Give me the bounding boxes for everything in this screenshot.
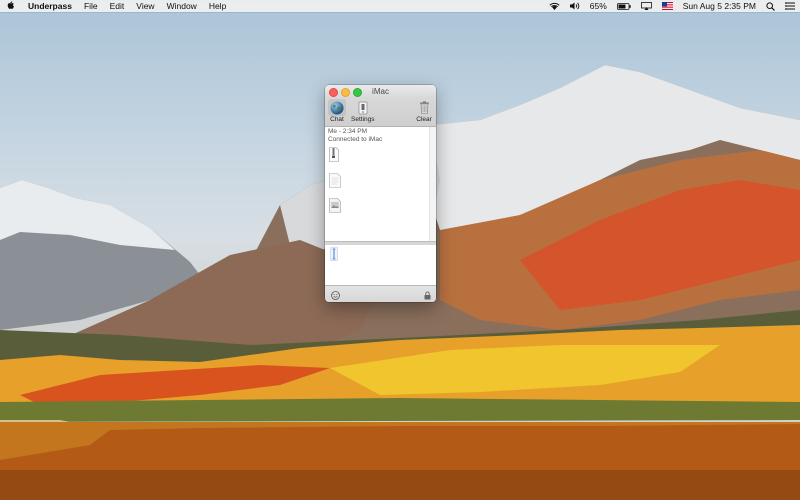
clear-label: Clear [416,116,432,123]
clock-datetime[interactable]: Sun Aug 5 2:35 PM [678,0,761,12]
message-sender-time: Me - 2:34 PM [328,128,368,135]
battery-icon[interactable] [612,2,636,10]
menu-view[interactable]: View [130,0,160,12]
device-settings-icon [354,99,372,116]
clear-button[interactable]: Clear [415,99,433,123]
volume-icon[interactable] [565,2,585,10]
archive-file-icon[interactable] [329,147,339,165]
globe-icon [328,99,346,116]
settings-label: Settings [351,116,375,123]
message-input[interactable] [325,245,436,285]
battery-percent: 65% [589,1,607,11]
chat-label: Chat [330,116,344,123]
chat-area: Me - 2:34 PM Connected to iMac [325,127,436,302]
menu-edit[interactable]: Edit [104,0,131,12]
title-bar[interactable]: iMac [325,85,436,98]
status-area: 65% Sun Aug 5 2:35 PM [544,0,800,12]
chat-transcript[interactable]: Me - 2:34 PM Connected to iMac [325,127,436,241]
apple-icon[interactable] [0,0,22,12]
lock-icon[interactable] [424,289,431,302]
image-file-icon[interactable] [329,198,341,216]
toolbar: Chat Settings Clear [325,98,436,127]
document-file-icon[interactable] [329,173,341,191]
menu-bar: Underpass File Edit View Window Help 65%… [0,0,800,12]
connection-status: Connected to iMac [328,136,383,143]
search-icon[interactable] [761,1,780,11]
bottom-bar [325,285,436,302]
menu-file[interactable]: File [78,0,104,12]
chat-window: iMac Chat Settings Clear Me - 2:34 PM Co… [325,85,436,302]
menu-window[interactable]: Window [161,0,203,12]
chat-tab-button[interactable]: Chat [328,99,346,123]
trash-icon [415,99,433,116]
flag-icon[interactable] [657,2,678,10]
airplay-icon[interactable] [636,2,657,10]
text-cursor-icon [330,247,338,264]
menu-app-name[interactable]: Underpass [22,0,78,12]
transcript-scrollbar[interactable] [429,127,436,241]
wifi-icon[interactable] [544,2,565,10]
settings-tab-button[interactable]: Settings [351,99,375,123]
emoji-icon[interactable] [331,289,340,302]
menu-help[interactable]: Help [203,0,232,12]
window-title: iMac [372,87,389,96]
control-center-icon[interactable] [780,2,800,10]
